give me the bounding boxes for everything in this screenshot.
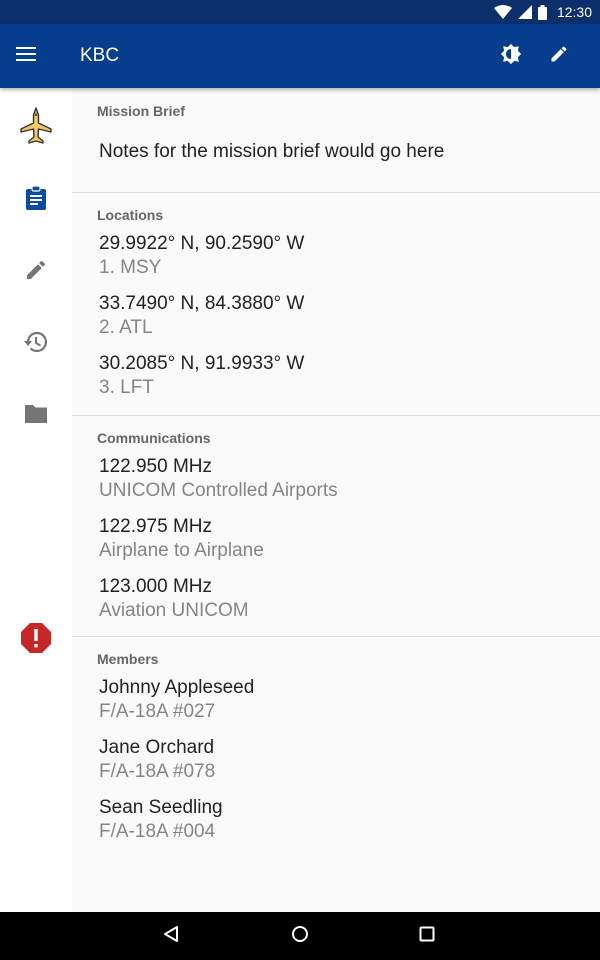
locations-title: Locations <box>97 207 164 223</box>
signal-icon <box>517 5 532 19</box>
app-title: KBC <box>80 45 120 66</box>
list-item[interactable]: 30.2085° N, 91.9933° W 3. LFT <box>99 352 304 400</box>
member-name: Jane Orchard <box>99 737 215 758</box>
brightness-button[interactable] <box>491 36 531 76</box>
navigation-rail <box>0 88 72 912</box>
status-clock: 12:30 <box>556 4 592 20</box>
comm-frequency: 123.000 MHz <box>99 576 213 597</box>
recents-button[interactable] <box>407 920 447 952</box>
rail-item-files[interactable] <box>12 392 60 440</box>
hamburger-icon <box>16 46 36 66</box>
pencil-icon <box>24 258 48 287</box>
location-name: 2. ATL <box>99 317 153 338</box>
status-icons: 12:30 <box>493 0 592 24</box>
location-coords: 33.7490° N, 84.3880° W <box>99 293 305 314</box>
rail-item-edit[interactable] <box>12 248 60 296</box>
battery-icon <box>537 4 547 20</box>
divider <box>72 192 600 193</box>
brightness-icon <box>500 43 522 70</box>
back-icon <box>162 925 180 948</box>
comm-description: Airplane to Airplane <box>99 540 264 561</box>
comm-description: Aviation UNICOM <box>99 600 249 621</box>
list-item[interactable]: Johnny Appleseed F/A-18A #027 <box>99 676 254 724</box>
system-nav-bar <box>0 912 600 960</box>
member-aircraft: F/A-18A #078 <box>99 761 216 782</box>
home-icon <box>291 925 309 948</box>
list-item[interactable]: 33.7490° N, 84.3880° W 2. ATL <box>99 292 304 340</box>
content-panel: Mission Brief Notes for the mission brie… <box>72 88 600 912</box>
wifi-icon <box>493 5 512 19</box>
list-item[interactable]: 123.000 MHz Aviation UNICOM <box>99 575 249 623</box>
comm-description: UNICOM Controlled Airports <box>99 480 338 501</box>
alert-icon <box>20 622 52 659</box>
location-coords: 29.9922° N, 90.2590° W <box>99 233 305 254</box>
recents-icon <box>419 926 435 947</box>
list-item[interactable]: 29.9922° N, 90.2590° W 1. MSY <box>99 232 304 280</box>
member-name: Sean Seedling <box>99 797 223 818</box>
home-button[interactable] <box>280 920 320 952</box>
mission-brief-text: Notes for the mission brief would go her… <box>99 141 445 162</box>
divider <box>72 415 600 416</box>
app-bar: KBC <box>0 24 600 88</box>
jet-icon <box>18 106 54 151</box>
comm-frequency: 122.950 MHz <box>99 456 213 477</box>
folder-icon <box>23 403 49 430</box>
mission-brief-title: Mission Brief <box>97 103 185 119</box>
status-bar: 12:30 <box>0 0 600 24</box>
back-button[interactable] <box>151 920 191 952</box>
history-icon <box>23 330 49 359</box>
list-item[interactable]: 122.950 MHz UNICOM Controlled Airports <box>99 455 338 503</box>
clipboard-icon <box>24 184 48 216</box>
location-name: 1. MSY <box>99 257 162 278</box>
member-aircraft: F/A-18A #004 <box>99 821 216 842</box>
edit-icon <box>549 44 569 69</box>
menu-button[interactable] <box>16 44 56 68</box>
communications-title: Communications <box>97 430 211 446</box>
divider <box>72 636 600 637</box>
edit-button[interactable] <box>539 36 579 76</box>
member-name: Johnny Appleseed <box>99 677 255 698</box>
rail-item-history[interactable] <box>12 320 60 368</box>
list-item[interactable]: Jane Orchard F/A-18A #078 <box>99 736 215 784</box>
rail-item-aircraft[interactable] <box>12 104 60 152</box>
list-item[interactable]: Sean Seedling F/A-18A #004 <box>99 796 223 844</box>
member-aircraft: F/A-18A #027 <box>99 701 216 722</box>
location-coords: 30.2085° N, 91.9933° W <box>99 353 305 374</box>
rail-item-alert[interactable] <box>12 616 60 664</box>
list-item[interactable]: 122.975 MHz Airplane to Airplane <box>99 515 264 563</box>
comm-frequency: 122.975 MHz <box>99 516 213 537</box>
members-title: Members <box>97 651 159 667</box>
location-name: 3. LFT <box>99 377 154 398</box>
rail-item-brief[interactable] <box>12 176 60 224</box>
